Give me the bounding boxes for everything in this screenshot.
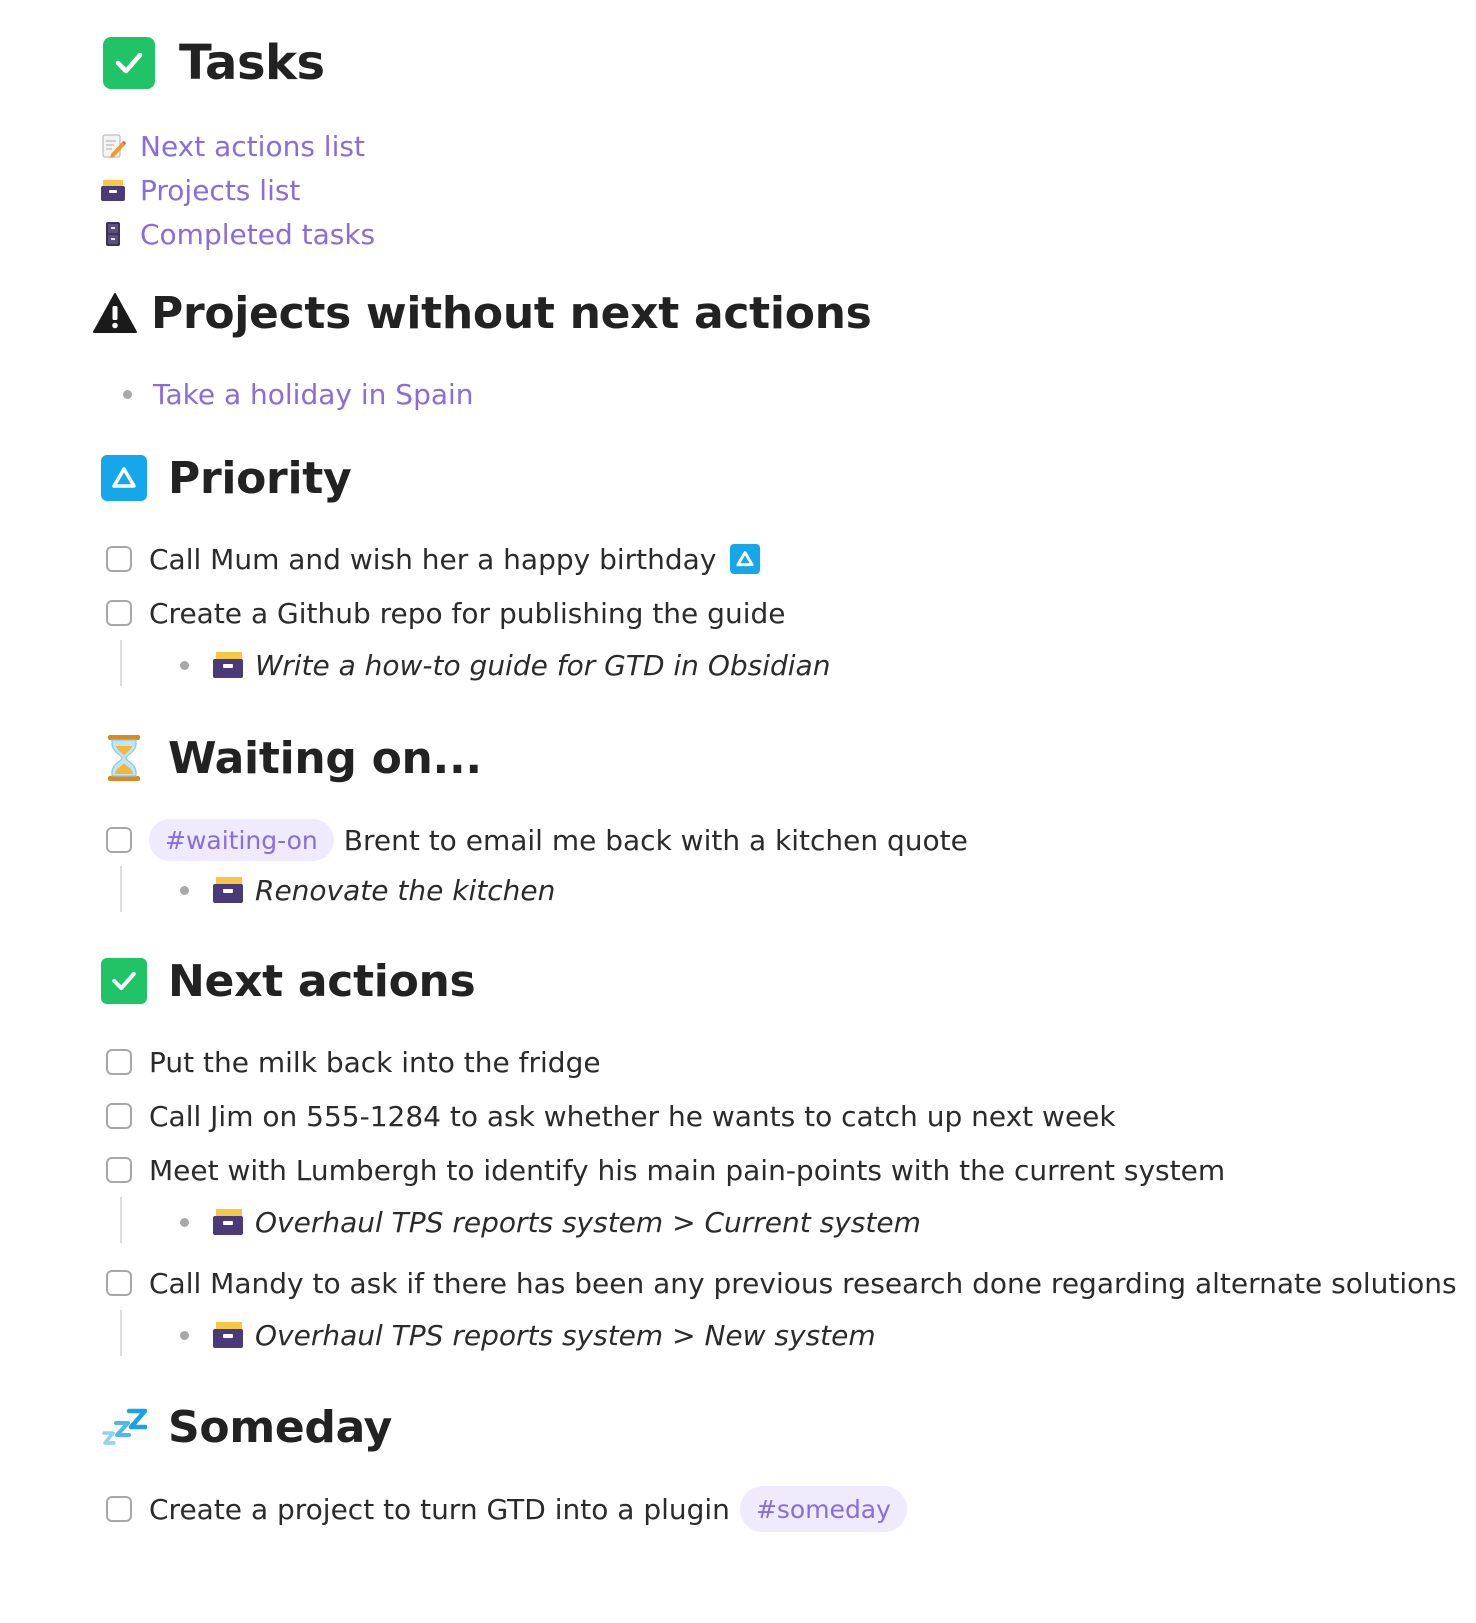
link-next-actions-list[interactable]: Next actions list: [100, 124, 375, 168]
task-checkbox[interactable]: [106, 600, 132, 626]
task-item: Call Mandy to ask if there has been any …: [106, 1263, 1457, 1303]
task-project-ref: Overhaul TPS reports system > Current sy…: [180, 1202, 921, 1242]
section-header-no-next: Projects without next actions: [93, 286, 872, 340]
task-item: Create a Github repo for publishing the …: [106, 593, 785, 633]
task-item: #waiting-on Brent to email me back with …: [106, 818, 968, 862]
indent-guide: [120, 866, 122, 912]
task-project-ref: Renovate the kitchen: [180, 870, 555, 910]
tasks-note: Tasks Next actions list Projects list Co…: [0, 0, 1476, 1623]
page-title: Tasks: [179, 35, 325, 91]
tag-waiting-on[interactable]: #waiting-on: [149, 819, 334, 861]
task-item: Meet with Lumbergh to identify his main …: [106, 1150, 1225, 1190]
card-file-box-icon: [211, 1320, 245, 1350]
file-cabinet-icon: [100, 221, 126, 247]
bullet-icon: [180, 1330, 189, 1340]
card-file-box-icon: [211, 875, 245, 905]
task-text: Meet with Lumbergh to identify his main …: [149, 1153, 1226, 1187]
section-heading: Projects without next actions: [151, 287, 872, 339]
bullet-icon: [180, 660, 189, 670]
task-checkbox[interactable]: [106, 1496, 132, 1522]
link-label[interactable]: Next actions list: [140, 130, 365, 163]
task-text: Create a Github repo for publishing the …: [149, 596, 786, 630]
indent-guide: [120, 1197, 122, 1243]
task-text: Brent to email me back with a kitchen qu…: [343, 823, 968, 857]
hourglass-icon: [101, 734, 147, 782]
indent-guide: [120, 1310, 122, 1356]
task-text: Call Mum and wish her a happy birthday: [149, 542, 717, 576]
list-item[interactable]: Take a holiday in Spain: [123, 374, 474, 414]
up-button-icon: [730, 544, 761, 574]
section-header-next: Next actions: [101, 955, 476, 1007]
bullet-icon: [180, 885, 189, 895]
section-header-priority: Priority: [101, 452, 352, 504]
section-header-waiting: Waiting on...: [101, 730, 482, 786]
check-box-icon: [103, 37, 155, 89]
link-label[interactable]: Completed tasks: [140, 218, 375, 251]
up-button-icon: [101, 455, 147, 501]
task-text: Call Jim on 555-1284 to ask whether he w…: [149, 1099, 1116, 1133]
section-heading: Priority: [168, 452, 352, 504]
task-project-ref: Overhaul TPS reports system > New system: [180, 1315, 876, 1355]
link-projects-list[interactable]: Projects list: [100, 168, 375, 212]
section-heading: Next actions: [168, 955, 476, 1007]
link-completed-tasks[interactable]: Completed tasks: [100, 212, 375, 256]
task-checkbox[interactable]: [106, 546, 132, 572]
task-item: Put the milk back into the fridge: [106, 1042, 601, 1082]
zzz-icon: [101, 1407, 147, 1447]
task-text: Call Mandy to ask if there has been any …: [149, 1266, 1457, 1300]
memo-icon: [100, 133, 126, 159]
section-heading: Waiting on...: [168, 732, 482, 784]
task-checkbox[interactable]: [106, 1103, 132, 1129]
page-header: Tasks: [103, 35, 325, 91]
project-path[interactable]: Write a how-to guide for GTD in Obsidian: [255, 649, 830, 682]
task-checkbox[interactable]: [106, 827, 132, 853]
card-file-box-icon: [211, 650, 245, 680]
check-box-icon: [101, 958, 147, 1004]
project-link[interactable]: Take a holiday in Spain: [153, 378, 474, 411]
quick-links: Next actions list Projects list Complete…: [100, 124, 375, 256]
task-item: Create a project to turn GTD into a plug…: [106, 1486, 907, 1532]
task-item: Call Jim on 555-1284 to ask whether he w…: [106, 1096, 1116, 1136]
section-heading: Someday: [168, 1401, 393, 1453]
project-path[interactable]: Overhaul TPS reports system > New system: [255, 1319, 876, 1352]
link-label[interactable]: Projects list: [140, 174, 300, 207]
warning-icon: [93, 292, 137, 334]
task-checkbox[interactable]: [106, 1157, 132, 1183]
task-text: Put the milk back into the fridge: [149, 1045, 601, 1079]
indent-guide: [120, 640, 122, 686]
project-path[interactable]: Overhaul TPS reports system > Current sy…: [255, 1206, 921, 1239]
card-file-box-icon: [100, 177, 126, 203]
project-path[interactable]: Renovate the kitchen: [255, 874, 555, 907]
task-project-ref: Write a how-to guide for GTD in Obsidian: [180, 645, 830, 685]
task-checkbox[interactable]: [106, 1049, 132, 1075]
task-item: Call Mum and wish her a happy birthday: [106, 539, 761, 579]
task-checkbox[interactable]: [106, 1270, 132, 1296]
bullet-icon: [180, 1217, 189, 1227]
task-text: Create a project to turn GTD into a plug…: [149, 1492, 730, 1526]
section-header-someday: Someday: [101, 1400, 392, 1454]
bullet-icon: [123, 389, 132, 399]
card-file-box-icon: [211, 1207, 245, 1237]
tag-someday[interactable]: #someday: [739, 1486, 907, 1532]
